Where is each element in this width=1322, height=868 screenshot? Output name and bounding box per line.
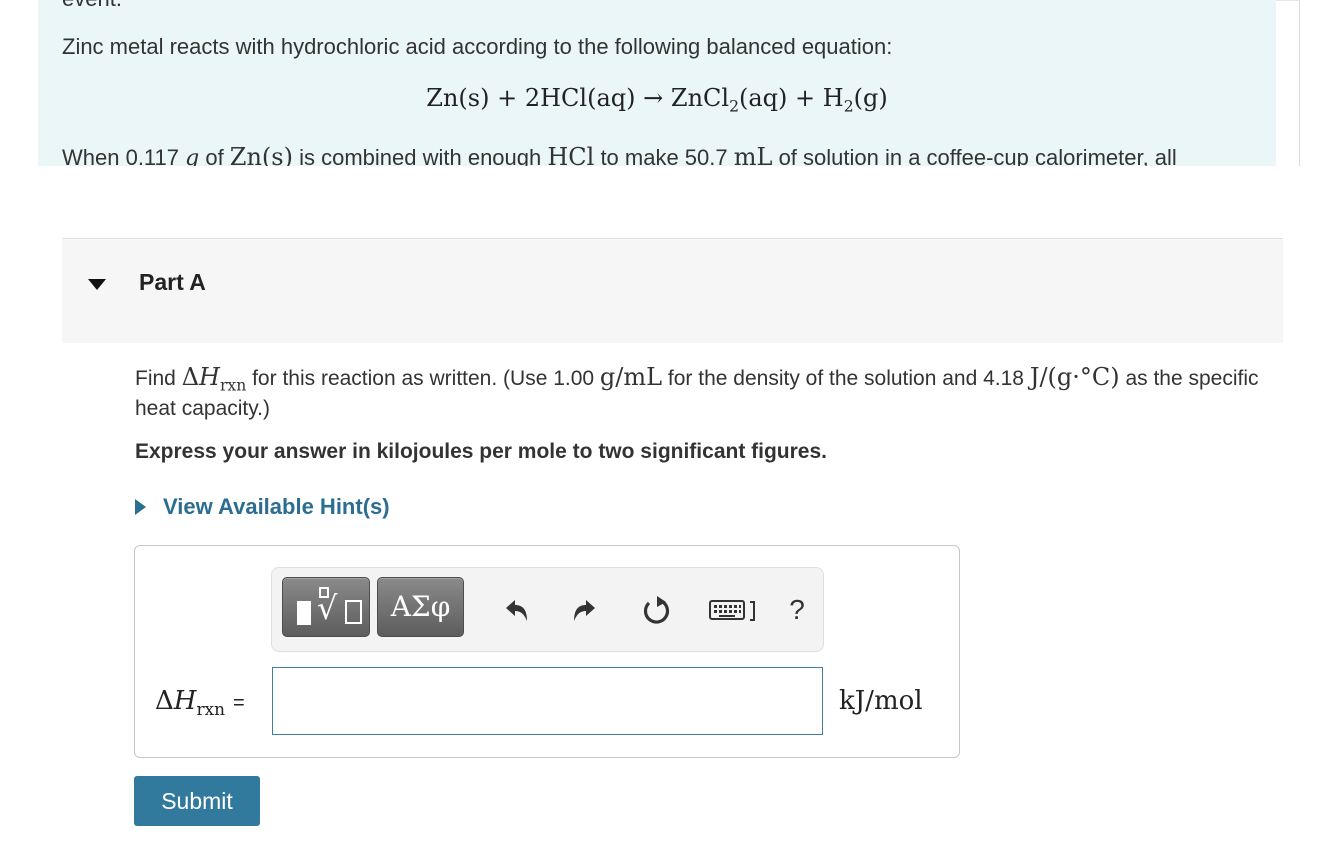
templates-button[interactable]: √ <box>282 577 370 637</box>
undo-icon <box>506 600 527 621</box>
delta-symbol: Δ <box>155 686 174 716</box>
reset-icon <box>643 596 670 624</box>
submit-button[interactable]: Submit <box>134 776 260 826</box>
h-symbol: H <box>173 686 197 716</box>
math-run: mL <box>733 143 773 166</box>
expand-triangle-icon <box>135 499 146 515</box>
h-symbol: H <box>199 363 220 391</box>
reset-button[interactable] <box>636 590 676 630</box>
eq-product-h2: H <box>822 84 844 112</box>
help-button[interactable]: ? <box>777 590 817 630</box>
balanced-equation: Zn(s) + 2HCl(aq) → ZnCl2(aq) + H2(g) <box>38 84 1276 116</box>
redo-icon <box>574 600 595 621</box>
density-unit: g/mL <box>599 363 663 391</box>
math-run: g <box>185 146 200 166</box>
keyboard-button[interactable] <box>708 590 764 630</box>
greek-symbols-icon: ΑΣφ <box>390 590 451 623</box>
eq-subscript: 2 <box>729 97 739 116</box>
eq-reactant-zn: Zn(s) <box>426 84 490 112</box>
eq-reactant-hcl: HCl(aq) <box>540 84 636 112</box>
eq-state: (g) <box>853 84 888 112</box>
delta-h-rxn: ΔHrxn <box>181 363 247 395</box>
answer-instruction: Express your answer in kilojoules per mo… <box>135 440 827 463</box>
equals-sign: = <box>232 692 245 714</box>
right-divider <box>1299 0 1300 166</box>
heat-capacity-unit: J/(g·°C) <box>1029 363 1120 391</box>
eq-coefficient: 2 <box>524 84 541 112</box>
rxn-subscript: rxn <box>219 376 247 395</box>
eq-plus: + <box>795 84 816 112</box>
collapse-triangle-icon[interactable] <box>88 279 106 290</box>
eq-product-zncl2: ZnCl <box>670 84 730 112</box>
rxn-subscript: rxn <box>196 698 225 719</box>
math-run: HCl <box>547 143 595 166</box>
eq-arrow: → <box>643 84 664 112</box>
answer-units: kJ/mol <box>839 686 923 716</box>
text-run: for the density of the solution and 4.18 <box>662 367 1030 390</box>
text-run: Find <box>135 367 182 390</box>
intro-second-line: When 0.117 g of Zn(s) is combined with e… <box>62 143 1177 166</box>
part-a-header[interactable]: Part A <box>62 238 1283 343</box>
eq-subscript: 2 <box>843 97 854 116</box>
math-run: Zn(s) <box>229 143 293 166</box>
help-icon: ? <box>789 594 805 625</box>
text-run: is combined with enough <box>292 145 548 166</box>
text-run: When 0.117 <box>62 145 186 166</box>
cutoff-text: event. <box>62 0 122 12</box>
text-run: to make 50.7 <box>594 145 734 166</box>
problem-intro: event. Zinc metal reacts with hydrochlor… <box>38 0 1276 166</box>
eq-plus: + <box>497 84 518 112</box>
answer-label: ΔHrxn = <box>155 686 245 719</box>
part-title: Part A <box>139 269 206 295</box>
intro-sentence: Zinc metal reacts with hydrochloric acid… <box>62 34 893 59</box>
text-run: of <box>199 145 230 166</box>
question-text: Find ΔHrxn for this reaction as written.… <box>135 362 1275 424</box>
text-run: of solution in a coffee-cup calorimeter,… <box>772 145 1177 166</box>
eq-state: (aq) <box>738 84 788 112</box>
undo-button[interactable] <box>496 590 536 630</box>
greek-symbols-button[interactable]: ΑΣφ <box>377 577 464 637</box>
answer-input[interactable] <box>272 667 823 735</box>
keyboard-icon <box>709 600 755 621</box>
view-hints-link[interactable]: View Available Hint(s) <box>135 494 390 520</box>
answer-area: √ ΑΣφ ? ΔHrxn = kJ/mol <box>134 545 960 758</box>
redo-button[interactable] <box>565 590 605 630</box>
text-run: for this reaction as written. (Use 1.00 <box>246 367 600 390</box>
delta-symbol: Δ <box>181 363 200 391</box>
hint-label: View Available Hint(s) <box>163 494 390 519</box>
math-toolbar: √ ΑΣφ ? <box>271 567 824 652</box>
